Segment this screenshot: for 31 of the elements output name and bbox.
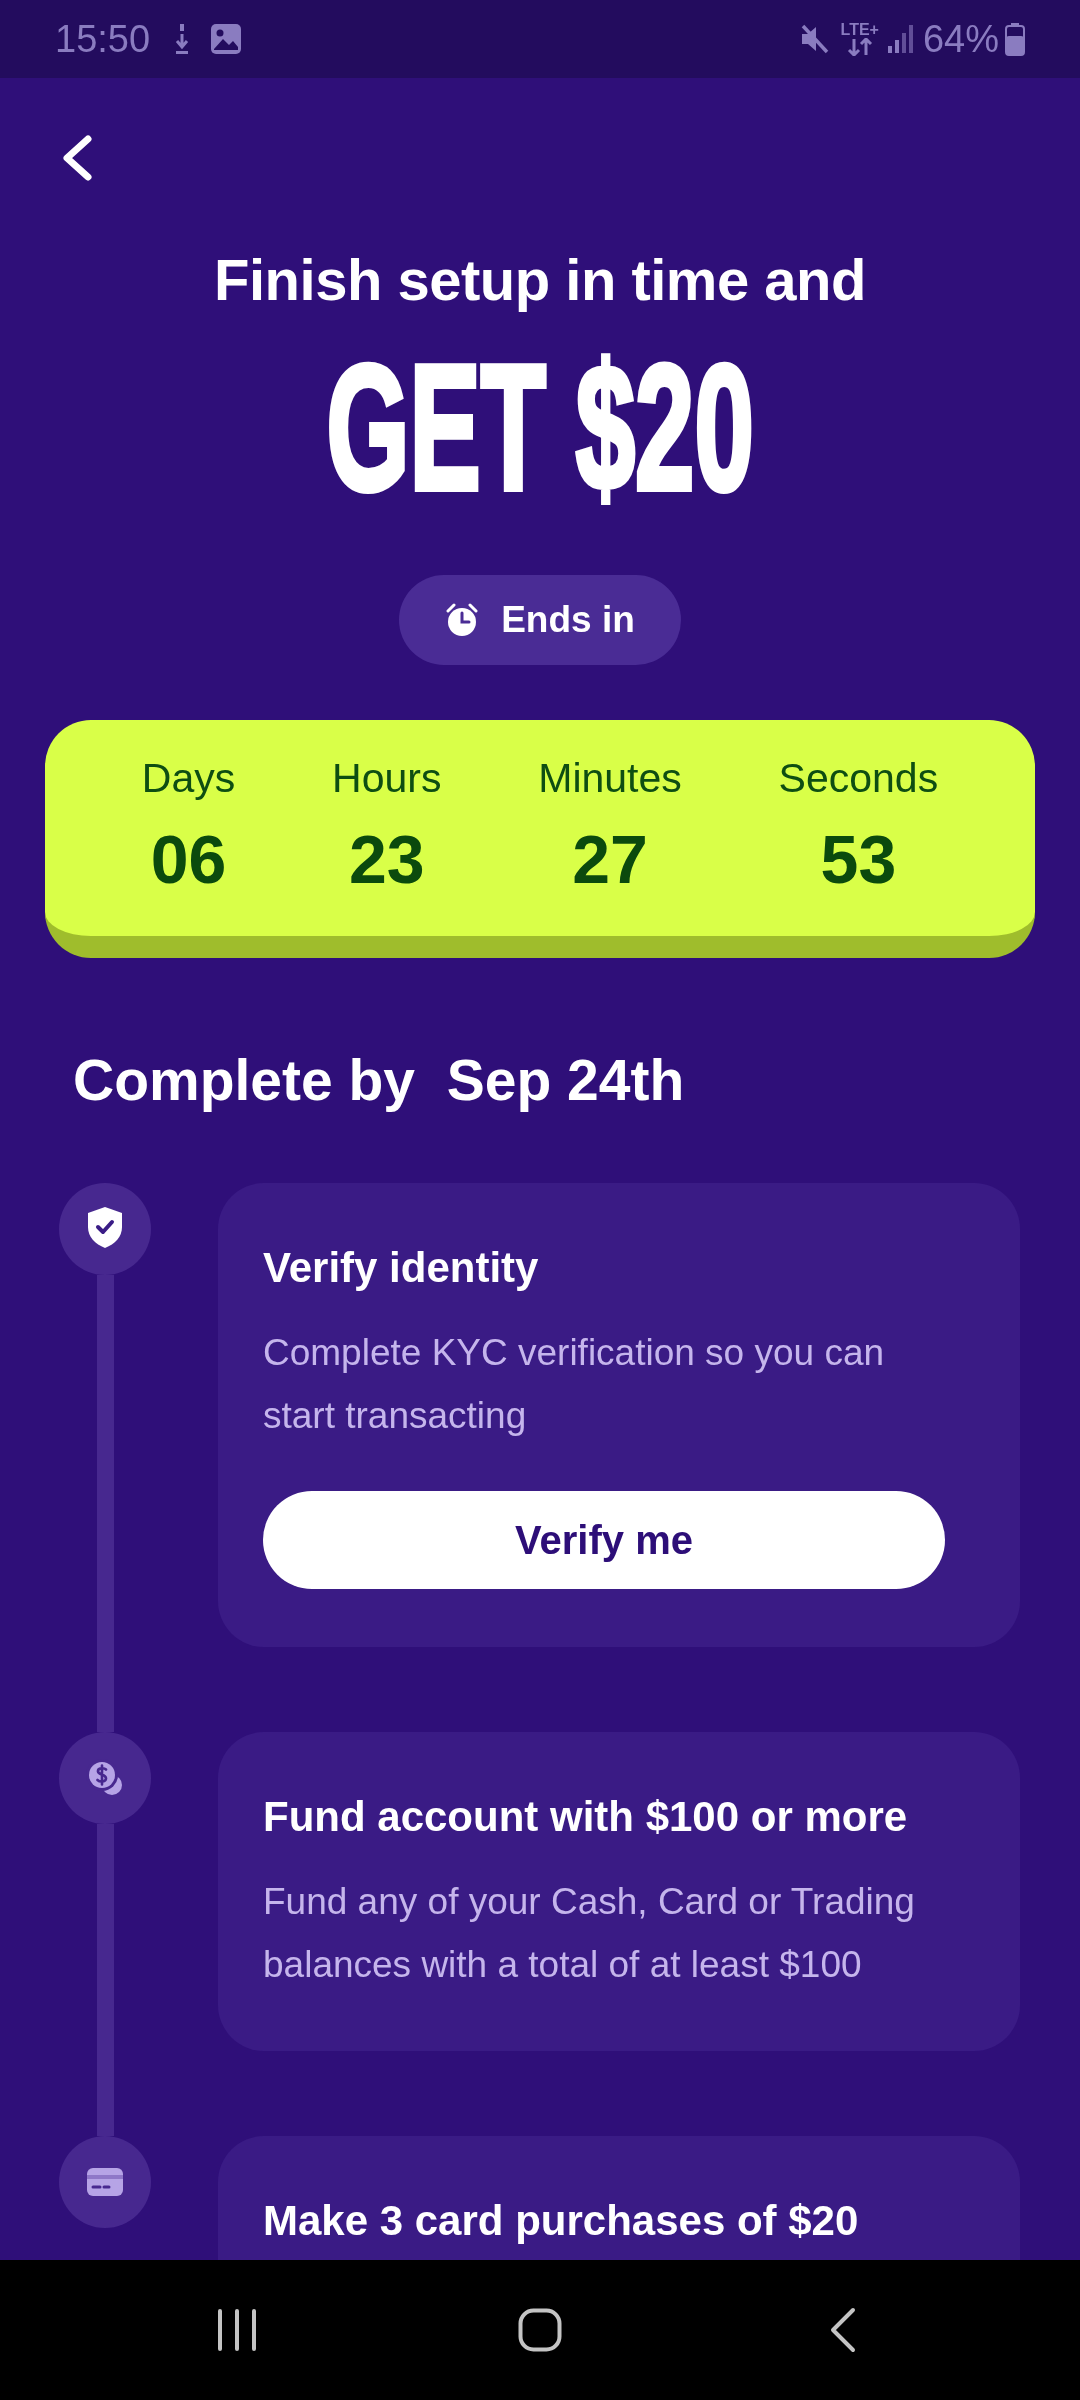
countdown-unit: Minutes xyxy=(538,754,682,802)
step-title: Verify identity xyxy=(263,1243,540,1293)
back-icon[interactable] xyxy=(829,2306,857,2354)
promo-headline: GET $20 xyxy=(326,339,754,517)
download-icon xyxy=(174,22,191,56)
alarm-clock-icon xyxy=(445,603,480,637)
countdown-value: 23 xyxy=(348,820,425,898)
data-arrows-icon xyxy=(846,38,873,56)
countdown-value: 53 xyxy=(820,820,897,898)
step-title: Make 3 card purchases of $20 xyxy=(263,2196,860,2246)
home-icon[interactable] xyxy=(518,2308,562,2352)
battery-icon xyxy=(1005,22,1025,56)
countdown-value: 27 xyxy=(572,820,648,898)
timer-label: Ends in xyxy=(501,599,635,641)
countdown-value: 06 xyxy=(150,820,227,898)
back-icon[interactable] xyxy=(61,135,93,181)
step-action-button[interactable]: Verify me xyxy=(263,1491,945,1589)
image-icon xyxy=(210,23,243,55)
promo-subtitle: Finish setup in time and xyxy=(213,248,867,312)
step-description: Fund any of your Cash, Card or Trading balances with a total of at least $100 xyxy=(263,1880,916,1987)
signal-icon xyxy=(886,24,913,54)
countdown-unit: Seconds xyxy=(778,754,939,802)
step-title: Fund account with $100 or more xyxy=(263,1792,909,1842)
deadline-heading: Complete by Sep 24th xyxy=(73,1049,686,1111)
countdown-unit: Days xyxy=(141,754,236,802)
recent-apps-icon[interactable] xyxy=(217,2308,257,2352)
status-time: 15:50 xyxy=(55,17,151,61)
countdown-unit: Hours xyxy=(332,754,442,802)
network-type: LTE+ xyxy=(840,22,879,38)
battery-percent: 64% xyxy=(922,17,999,61)
step-description: Complete KYC verification so you can start transacting xyxy=(263,1331,886,1438)
